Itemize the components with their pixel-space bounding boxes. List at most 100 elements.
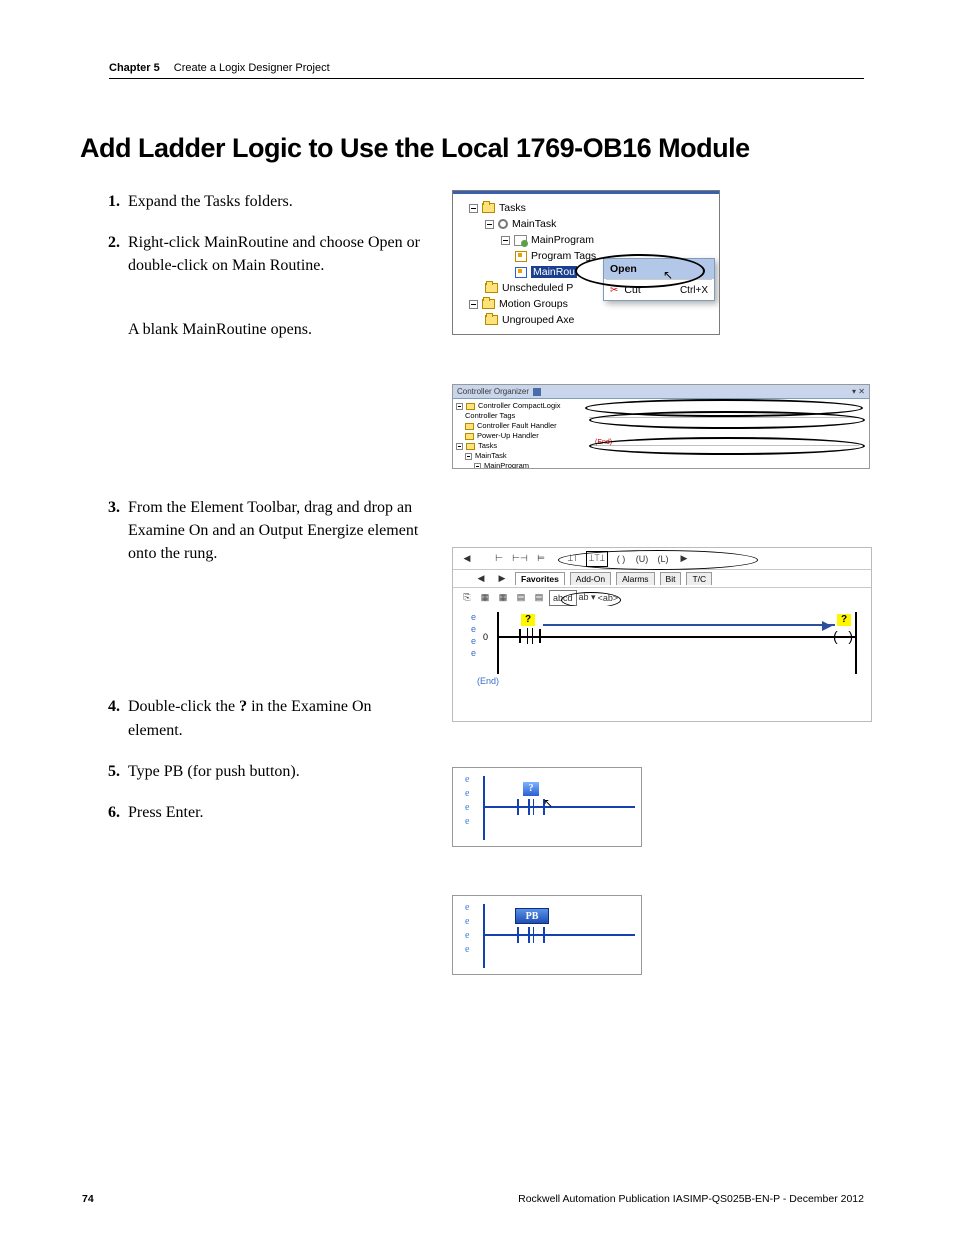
tab-tc[interactable]: T/C	[686, 572, 712, 585]
lp-maintask[interactable]: MainTask	[456, 451, 580, 461]
folder-icon	[485, 283, 498, 293]
context-menu: Open CutCtrl+X	[603, 258, 715, 301]
step-text: Type PB (for push button).	[128, 760, 420, 783]
step-number: 4.	[100, 695, 128, 741]
rung-end-label: (End)	[477, 676, 499, 686]
chapter-label: Chapter 5	[109, 62, 160, 74]
toolbar-btn[interactable]: ⎘	[459, 590, 475, 606]
tab-favorites[interactable]: Favorites	[515, 572, 565, 585]
lp-mainprogram[interactable]: MainProgram	[456, 461, 580, 469]
step-5: 5. Type PB (for push button).	[100, 760, 420, 783]
step-number: 1.	[100, 190, 128, 213]
step-text: Double-click the ? in the Examine On ele…	[128, 695, 420, 741]
xio-element[interactable]	[517, 799, 545, 815]
menu-open[interactable]: Open	[604, 259, 714, 279]
toolbar-btn[interactable]: ▦	[495, 590, 511, 606]
publication-id: Rockwell Automation Publication IASIMP-Q…	[518, 1193, 864, 1205]
branch-icon[interactable]: ⊢⊣	[512, 551, 528, 567]
error-marker: e	[465, 902, 469, 913]
toolbar-btn[interactable]: ▤	[513, 590, 529, 606]
toolbar-btn[interactable]: ▤	[531, 590, 547, 606]
tree-mainprogram[interactable]: MainProgram	[457, 232, 715, 248]
tree-maintask[interactable]: MainTask	[457, 216, 715, 232]
folder-icon	[466, 443, 475, 450]
error-marker: e	[471, 636, 476, 646]
unassigned-tag[interactable]: ?	[837, 614, 851, 626]
running-header: Chapter 5 Create a Logix Designer Projec…	[109, 62, 864, 79]
nav-right-icon[interactable]: ▶	[494, 571, 510, 587]
branch-level-icon[interactable]: ⊨	[533, 551, 549, 567]
lp-controller[interactable]: Controller CompactLogix	[456, 401, 580, 411]
dropdown-icon[interactable]	[533, 388, 541, 396]
folder-icon	[482, 299, 495, 309]
routine-icon	[515, 267, 527, 278]
step4-pre: Double-click the	[128, 698, 239, 715]
tab-bit[interactable]: Bit	[660, 572, 682, 585]
ladder-canvas[interactable]: e e e e 0 (End) ? ?	[453, 606, 871, 721]
xio-element[interactable]	[519, 629, 541, 643]
nav-left-icon[interactable]: ◀	[459, 551, 475, 567]
scissors-icon	[610, 284, 618, 296]
unassigned-tag[interactable]: ?	[521, 614, 535, 626]
tree-tasks[interactable]: Tasks	[457, 200, 715, 216]
rung-number: 0	[483, 632, 488, 642]
error-marker: e	[465, 930, 469, 941]
step-1: 1. Expand the Tasks folders.	[100, 190, 420, 213]
callout-oval	[589, 437, 865, 455]
secondary-toolbar: ⎘ ▦ ▦ ▤ ▤ abcd ab ▾ <ab>	[453, 588, 871, 608]
toolbar-btn[interactable]: ▦	[477, 590, 493, 606]
error-marker: e	[465, 944, 469, 955]
lp-ctrl-tags[interactable]: Controller Tags	[456, 411, 580, 421]
step-3: 3. From the Element Toolbar, drag and dr…	[100, 496, 420, 566]
error-marker: e	[465, 774, 469, 785]
folder-icon	[465, 423, 474, 430]
cursor-icon: ↖	[663, 268, 673, 282]
step-number: 5.	[100, 760, 128, 783]
folder-icon	[482, 203, 495, 213]
step-4: 4. Double-click the ? in the Examine On …	[100, 695, 420, 741]
folder-icon	[466, 403, 475, 410]
folder-icon	[485, 315, 498, 325]
callout-oval	[558, 550, 758, 570]
step-text: Right-click MainRoutine and choose Open …	[128, 231, 420, 277]
lp-tasks[interactable]: Tasks	[456, 441, 580, 451]
error-marker: e	[465, 788, 469, 799]
tab-alarms[interactable]: Alarms	[616, 572, 654, 585]
nav-left-icon[interactable]: ◀	[473, 571, 489, 587]
tag-pb[interactable]: PB	[515, 908, 549, 924]
page-number: 74	[82, 1193, 94, 1205]
tree-ungrouped[interactable]: Ungrouped Axe	[457, 312, 715, 328]
section-title: Add Ladder Logic to Use the Local 1769-O…	[80, 133, 750, 164]
folder-icon	[465, 433, 474, 440]
drag-arrow	[543, 624, 835, 626]
step4-question-mark: ?	[239, 698, 247, 715]
figure-examine-on-question: e e e e ? ↖	[452, 767, 642, 847]
error-marker: e	[471, 612, 476, 622]
step-text: From the Element Toolbar, drag and drop …	[128, 496, 420, 566]
lp-power[interactable]: Power-Up Handler	[456, 431, 580, 441]
error-marker: e	[471, 648, 476, 658]
step-text: Press Enter.	[128, 801, 420, 824]
toolbar-tabs: ◀ ▶ Favorites Add-On Alarms Bit T/C	[453, 570, 871, 588]
tags-icon	[515, 251, 527, 262]
task-icon	[498, 219, 508, 229]
callout-oval	[589, 411, 865, 429]
error-marker: e	[465, 816, 469, 827]
page-footer: 74 Rockwell Automation Publication IASIM…	[82, 1193, 864, 1205]
rung-icon[interactable]: ⊢	[491, 551, 507, 567]
figure-blank-mainroutine: Controller Organizer ▾ ✕ Controller Comp…	[452, 384, 870, 469]
lp-fault[interactable]: Controller Fault Handler	[456, 421, 580, 431]
note-blank-routine: A blank MainRoutine opens.	[128, 318, 420, 341]
tab-addon[interactable]: Add-On	[570, 572, 611, 585]
error-marker: e	[465, 802, 469, 813]
ote-element[interactable]	[833, 629, 853, 643]
xio-element[interactable]	[517, 927, 545, 943]
tag-question[interactable]: ?	[523, 782, 539, 796]
step-text: Expand the Tasks folders.	[128, 190, 420, 213]
step-number: 2.	[100, 231, 128, 277]
step-number: 6.	[100, 801, 128, 824]
figure-examine-on-pb: e e e e PB	[452, 895, 642, 975]
menu-cut[interactable]: CutCtrl+X	[604, 280, 714, 300]
error-marker: e	[465, 916, 469, 927]
organizer-titlebar: Controller Organizer ▾ ✕	[453, 385, 869, 399]
